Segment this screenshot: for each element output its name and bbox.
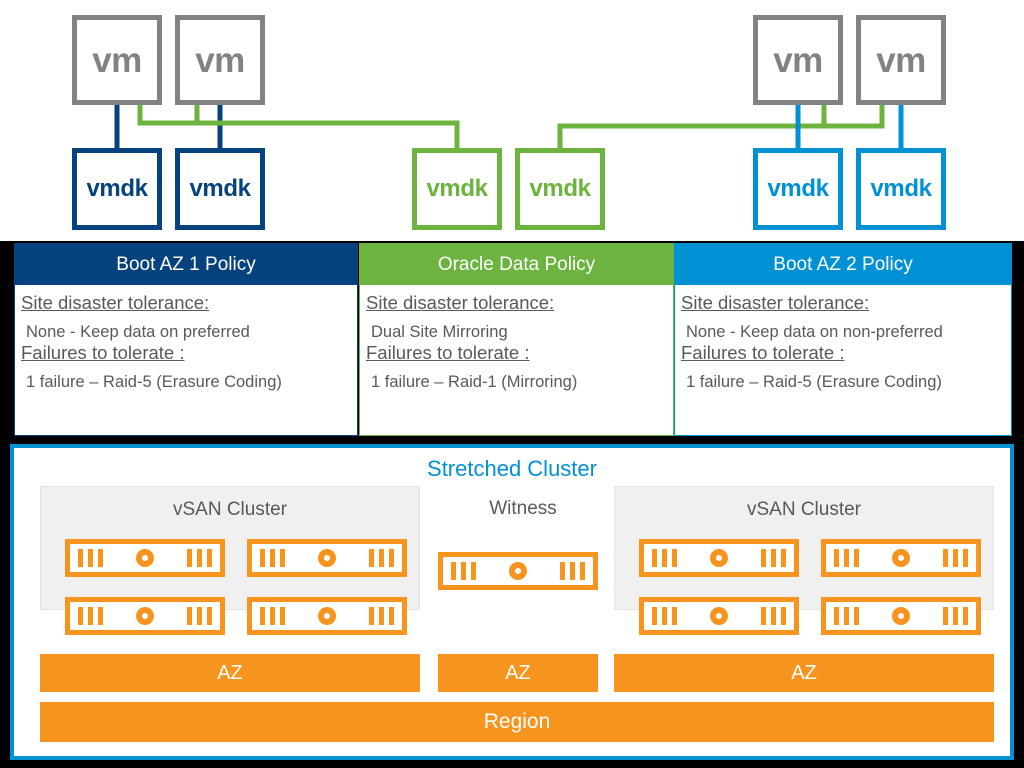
server-bars-left	[260, 607, 285, 625]
server-icon[interactable]	[247, 539, 407, 577]
vm-label: vm	[773, 40, 823, 80]
policy-body: Site disaster tolerance: Dual Site Mirro…	[360, 285, 673, 390]
vsan-cluster-left[interactable]: vSAN Cluster	[40, 486, 420, 635]
policy-body: Site disaster tolerance: None - Keep dat…	[15, 285, 357, 390]
policy-title: Oracle Data Policy	[360, 244, 673, 285]
failures-to-tolerate-label: Failures to tolerate :	[21, 342, 185, 363]
server-bars-right	[761, 607, 786, 625]
vmdk-label: vmdk	[86, 175, 148, 202]
site-disaster-tolerance-value: None - Keep data on preferred	[26, 322, 250, 341]
stretched-cluster-title: Stretched Cluster	[427, 456, 597, 481]
vm-box-1[interactable]: vm	[72, 15, 162, 105]
vm-box-4[interactable]: vm	[856, 15, 946, 105]
diagram-canvas: vm vm vm vm vmdk vmdk vmdk vmdk vmdk vmd…	[0, 0, 1024, 768]
server-bars-right	[943, 607, 968, 625]
failures-to-tolerate-label: Failures to tolerate :	[366, 342, 530, 363]
vmdk-label: vmdk	[189, 175, 251, 202]
server-icon[interactable]	[821, 539, 981, 577]
az-bar-witness[interactable]: AZ	[438, 654, 598, 692]
server-bars-left	[834, 549, 859, 567]
region-bar[interactable]: Region	[40, 702, 994, 742]
site-disaster-tolerance-value: None - Keep data on non-preferred	[686, 322, 943, 341]
site-disaster-tolerance-label: Site disaster tolerance:	[366, 292, 555, 313]
policy-title: Boot AZ 1 Policy	[15, 244, 357, 285]
stretched-cluster-panel: Stretched Cluster vSAN Cluster Witness v…	[10, 444, 1014, 760]
server-bars-left	[451, 562, 476, 580]
vm-label: vm	[195, 40, 245, 80]
vm-box-3[interactable]: vm	[753, 15, 843, 105]
site-disaster-tolerance-label: Site disaster tolerance:	[21, 292, 210, 313]
vsan-cluster-right-label: vSAN Cluster	[746, 499, 862, 520]
site-disaster-tolerance-value: Dual Site Mirroring	[371, 322, 508, 341]
server-disc	[136, 607, 154, 625]
server-bars-right	[369, 607, 394, 625]
server-bars-left	[652, 549, 677, 567]
vm-storage-topology-panel: vm vm vm vm vmdk vmdk vmdk vmdk vmdk vmd…	[0, 0, 1024, 241]
vmdk-box-boot-az2-b[interactable]: vmdk	[856, 148, 946, 230]
vmdk-label: vmdk	[529, 175, 591, 202]
failures-to-tolerate-value: 1 failure – Raid-5 (Erasure Coding)	[686, 372, 942, 391]
server-disc	[318, 607, 336, 625]
server-disc	[710, 607, 728, 625]
server-disc	[710, 549, 728, 567]
az-bar-left[interactable]: AZ	[40, 654, 420, 692]
policy-title: Boot AZ 2 Policy	[675, 244, 1011, 285]
policy-card-boot-az2[interactable]: Boot AZ 2 Policy Site disaster tolerance…	[674, 243, 1012, 436]
server-icon[interactable]	[247, 597, 407, 635]
server-icon[interactable]	[65, 597, 225, 635]
server-icon[interactable]	[821, 597, 981, 635]
vsan-cluster-right[interactable]: vSAN Cluster	[614, 486, 994, 635]
server-icon[interactable]	[639, 597, 799, 635]
server-bars-right	[187, 607, 212, 625]
policy-body: Site disaster tolerance: None - Keep dat…	[675, 285, 1011, 390]
server-bars-right	[761, 549, 786, 567]
server-bars-left	[652, 607, 677, 625]
vmdk-label: vmdk	[767, 175, 829, 202]
server-bars-right	[187, 549, 212, 567]
witness-label: Witness	[489, 498, 557, 519]
server-bars-left	[78, 607, 103, 625]
vmdk-box-boot-az1-a[interactable]: vmdk	[72, 148, 162, 230]
server-disc	[892, 607, 910, 625]
vmdk-box-oracle-a[interactable]: vmdk	[412, 148, 502, 230]
server-bars-left	[78, 549, 103, 567]
vsan-cluster-left-label: vSAN Cluster	[172, 499, 288, 520]
server-bars-left	[260, 549, 285, 567]
vm-label: vm	[876, 40, 926, 80]
policy-card-boot-az1[interactable]: Boot AZ 1 Policy Site disaster tolerance…	[14, 243, 358, 436]
vmdk-label: vmdk	[870, 175, 932, 202]
server-disc	[136, 549, 154, 567]
vmdk-label: vmdk	[426, 175, 488, 202]
vmdk-box-boot-az1-b[interactable]: vmdk	[175, 148, 265, 230]
vmdk-box-oracle-b[interactable]: vmdk	[515, 148, 605, 230]
server-bars-right	[560, 562, 585, 580]
server-bars-right	[943, 549, 968, 567]
failures-to-tolerate-value: 1 failure – Raid-1 (Mirroring)	[371, 372, 578, 391]
server-disc	[892, 549, 910, 567]
server-bars-right	[369, 549, 394, 567]
az-bar-right[interactable]: AZ	[614, 654, 994, 692]
site-disaster-tolerance-label: Site disaster tolerance:	[681, 292, 870, 313]
vmdk-box-boot-az2-a[interactable]: vmdk	[753, 148, 843, 230]
server-disc	[509, 562, 527, 580]
vm-box-2[interactable]: vm	[175, 15, 265, 105]
vm-label: vm	[92, 40, 142, 80]
server-icon[interactable]	[639, 539, 799, 577]
server-icon[interactable]	[438, 552, 598, 590]
server-bars-left	[834, 607, 859, 625]
failures-to-tolerate-label: Failures to tolerate :	[681, 342, 845, 363]
server-disc	[318, 549, 336, 567]
failures-to-tolerate-value: 1 failure – Raid-5 (Erasure Coding)	[26, 372, 282, 391]
policy-card-oracle-data[interactable]: Oracle Data Policy Site disaster toleran…	[359, 243, 674, 436]
server-icon[interactable]	[65, 539, 225, 577]
